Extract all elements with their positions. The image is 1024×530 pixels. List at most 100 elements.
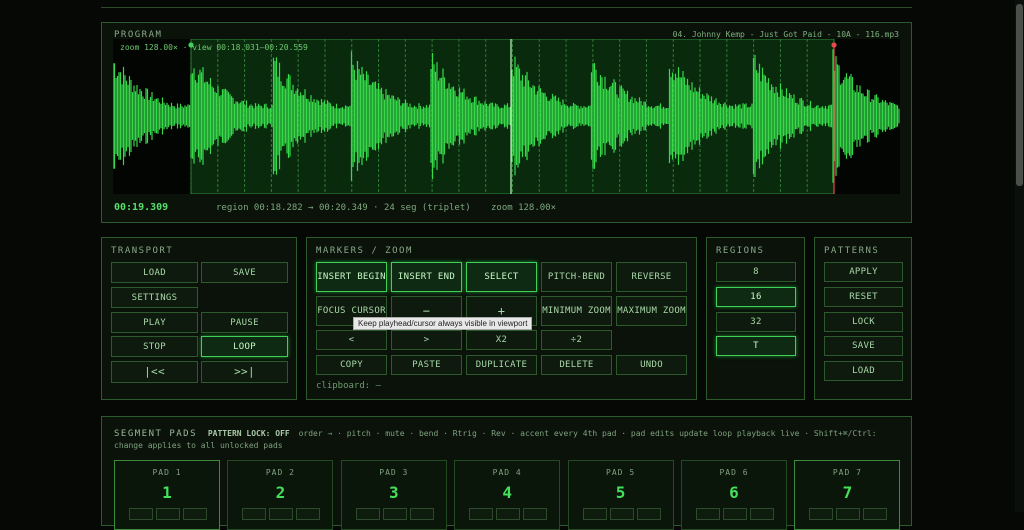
nudge-left-button[interactable]: < (316, 330, 387, 350)
pad-control[interactable] (242, 508, 267, 520)
pad-number: 2 (275, 483, 286, 502)
pad-number: 5 (615, 483, 626, 502)
settings-button[interactable]: SETTINGS (111, 287, 198, 308)
pitch-bend-button[interactable]: PITCH-BEND (541, 262, 612, 292)
insert-end-button[interactable]: INSERT END (391, 262, 462, 292)
nudge-right-button[interactable]: > (391, 330, 462, 350)
top-divider (101, 7, 912, 8)
reverse-button[interactable]: REVERSE (616, 262, 687, 292)
program-panel: PROGRAM 04. Johnny Kemp - Just Got Paid … (101, 22, 912, 223)
waveform[interactable] (113, 39, 900, 194)
divide-two-button[interactable]: ÷2 (541, 330, 612, 350)
load-button[interactable]: LOAD (111, 262, 198, 283)
zoom-info: zoom 128.00× (491, 203, 557, 213)
end-marker-handle (831, 42, 837, 48)
pause-button[interactable]: PAUSE (201, 312, 288, 333)
track-name: 04. Johnny Kemp - Just Got Paid - 10A - … (672, 30, 899, 39)
pad-control[interactable] (809, 508, 834, 520)
pad-control[interactable] (129, 508, 153, 520)
loop-button[interactable]: LOOP (201, 336, 288, 357)
pad-control[interactable] (469, 508, 494, 520)
pad-control[interactable] (269, 508, 294, 520)
region-triplet-button[interactable]: T (716, 336, 796, 356)
rewind-button[interactable]: |<< (111, 361, 198, 383)
pad-label: PAD 2 (265, 468, 295, 477)
save-button[interactable]: SAVE (201, 262, 288, 283)
transport-panel: TRANSPORT LOAD SAVE SETTINGS PLAY PAUSE … (101, 237, 297, 400)
stop-button[interactable]: STOP (111, 336, 198, 357)
pad-control[interactable] (296, 508, 321, 520)
pattern-lock-status: PATTERN LOCK: OFF (207, 429, 290, 438)
pad-control[interactable] (523, 508, 548, 520)
regions-panel: REGIONS 8 16 32 T (706, 237, 805, 400)
pad-label: PAD 3 (379, 468, 409, 477)
patterns-title: PATTERNS (824, 246, 880, 256)
pad-label: PAD 7 (832, 468, 862, 477)
segment-pad[interactable]: PAD 3 3 (340, 460, 447, 530)
pad-label: PAD 5 (606, 468, 636, 477)
transport-title: TRANSPORT (111, 246, 174, 256)
pad-number: 1 (162, 483, 172, 502)
scrollbar-thumb[interactable] (1016, 4, 1023, 186)
regions-title: REGIONS (716, 246, 765, 256)
pad-control[interactable] (409, 508, 434, 520)
reset-pattern-button[interactable]: RESET (824, 287, 903, 307)
segment-pad[interactable]: PAD 7 7 (794, 460, 901, 530)
pad-control[interactable] (609, 508, 634, 520)
page-scrollbar[interactable] (1015, 0, 1024, 512)
region-8-button[interactable]: 8 (716, 262, 796, 282)
segment-pads-panel: SEGMENT PADS PATTERN LOCK: OFF order → ·… (101, 416, 912, 530)
pad-control[interactable] (355, 508, 380, 520)
select-button[interactable]: SELECT (466, 262, 537, 292)
region-info: region 00:18.282 → 00:20.349 · 24 seg (t… (216, 203, 471, 213)
play-button[interactable]: PLAY (111, 312, 198, 333)
markers-title: MARKERS / ZOOM (316, 246, 413, 256)
delete-button[interactable]: DELETE (541, 355, 612, 375)
zoom-view-readout: zoom 128.00× · view 00:18.031–00:20.559 (120, 43, 308, 52)
pad-control[interactable] (863, 508, 888, 520)
pad-control[interactable] (836, 508, 861, 520)
copy-button[interactable]: COPY (316, 355, 387, 375)
load-pattern-button[interactable]: LOAD (824, 361, 903, 381)
patterns-panel: PATTERNS APPLY RESET LOCK SAVE LOAD (814, 237, 912, 400)
paste-button[interactable]: PASTE (391, 355, 462, 375)
pad-control[interactable] (723, 508, 747, 520)
maximum-zoom-button[interactable]: MAXIMUM ZOOM (616, 296, 687, 326)
segment-pad[interactable]: PAD 5 5 (567, 460, 674, 530)
segment-pad[interactable]: PAD 6 6 (681, 460, 787, 530)
duplicate-button[interactable]: DUPLICATE (466, 355, 537, 375)
pad-control[interactable] (636, 508, 661, 520)
pad-label: PAD 1 (152, 468, 182, 477)
pad-control[interactable] (382, 508, 407, 520)
undo-button[interactable]: UNDO (616, 355, 687, 375)
pad-number: 4 (502, 483, 512, 502)
insert-begin-button[interactable]: INSERT BEGIN (316, 262, 387, 292)
segment-pad[interactable]: PAD 2 2 (227, 460, 334, 530)
pad-label: PAD 6 (719, 468, 749, 477)
tooltip: Keep playhead/cursor always visible in v… (353, 317, 533, 330)
pad-number: 6 (729, 483, 739, 502)
fast-forward-button[interactable]: >>| (201, 361, 288, 383)
segment-pads-info: SEGMENT PADS PATTERN LOCK: OFF order → ·… (114, 428, 899, 451)
pad-control[interactable] (582, 508, 607, 520)
pad-number: 3 (388, 483, 399, 502)
pad-control[interactable] (496, 508, 521, 520)
save-pattern-button[interactable]: SAVE (824, 336, 903, 356)
minimum-zoom-button[interactable]: MINIMUM ZOOM (541, 296, 612, 326)
region-16-button[interactable]: 16 (716, 287, 796, 307)
lock-pattern-button[interactable]: LOCK (824, 312, 903, 332)
pad-number: 7 (842, 483, 853, 502)
waveform-canvas[interactable]: zoom 128.00× · view 00:18.031–00:20.559 (113, 39, 900, 194)
playhead-time: 00:19.309 (114, 202, 169, 213)
segment-pad[interactable]: PAD 1 1 (114, 460, 220, 530)
segment-pad[interactable]: PAD 4 4 (454, 460, 561, 530)
markers-zoom-panel: MARKERS / ZOOM INSERT BEGIN INSERT END S… (306, 237, 697, 400)
pad-label: PAD 4 (492, 468, 522, 477)
pad-control[interactable] (156, 508, 180, 520)
region-32-button[interactable]: 32 (716, 312, 796, 332)
pad-control[interactable] (183, 508, 207, 520)
apply-pattern-button[interactable]: APPLY (824, 262, 903, 282)
pad-control[interactable] (750, 508, 774, 520)
pad-control[interactable] (696, 508, 720, 520)
times-two-button[interactable]: X2 (466, 330, 537, 350)
